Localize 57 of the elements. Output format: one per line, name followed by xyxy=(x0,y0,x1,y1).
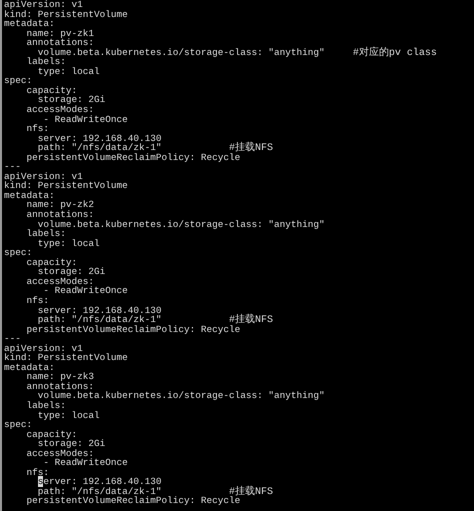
code-text: path: "/nfs/data/zk-1" xyxy=(38,486,162,497)
code-line: type: local xyxy=(36,238,101,248)
code-line: persistentVolumeReclaimPolicy: Recycle xyxy=(26,496,240,506)
code-line: name: pv-zk3 xyxy=(26,372,96,382)
code-line: volume.beta.kubernetes.io/storage-class: "anything" xyxy=(38,220,326,230)
code-text: volume.beta.kubernetes.io/storage-class: "anything" xyxy=(38,46,326,58)
code-comment: #挂载NFS xyxy=(229,143,274,154)
code-text: path: "/nfs/data/zk-1" xyxy=(38,314,162,326)
code-line: capacity: xyxy=(26,86,78,96)
code-line: spec: xyxy=(4,248,32,258)
code-line: capacity: xyxy=(26,258,78,268)
code-line: metadata: xyxy=(4,19,56,29)
code-line: --- xyxy=(4,334,21,344)
code-line: spec: xyxy=(4,76,32,86)
code-line: kind: PersistentVolume xyxy=(4,10,129,20)
code-line: - ReadWriteOnce xyxy=(43,458,129,468)
code-line: - ReadWriteOnce xyxy=(43,286,129,296)
code-comment: #对应的pv class xyxy=(352,48,437,59)
code-line: annotations: xyxy=(26,382,94,392)
code-text: erver: 192.168.40.130 xyxy=(43,476,162,488)
code-line: nfs: xyxy=(26,124,50,134)
code-line: persistentVolumeReclaimPolicy: Recycle xyxy=(26,324,242,334)
code-line: type: local xyxy=(36,66,101,76)
code-line: labels: xyxy=(26,229,66,239)
code-line: labels: xyxy=(26,400,66,411)
code-line: type: local xyxy=(36,410,101,420)
code-line: storage: 2Gi xyxy=(38,267,106,277)
code-line: metadata: xyxy=(4,362,56,372)
code-line: annotations: xyxy=(26,38,94,48)
code-comment: #挂载NFS xyxy=(229,315,274,326)
code-line: kind: PersistentVolume xyxy=(4,353,129,363)
code-line: volume.beta.kubernetes.io/storage-class: "anything" xyxy=(38,391,326,401)
code-line: - ReadWriteOnce xyxy=(43,114,129,124)
code-line: --- xyxy=(4,162,21,172)
code-line: name: pv-zk1 xyxy=(26,28,96,38)
code-line: apiVersion: v1 xyxy=(4,172,83,182)
code-line: labels: xyxy=(26,57,66,67)
code-line: metadata: xyxy=(4,190,56,200)
code-line: apiVersion: v1 xyxy=(4,344,83,354)
code-line: storage: 2Gi xyxy=(38,95,106,106)
code-text: path: "/nfs/data/zk-1" xyxy=(38,142,162,154)
code-line: server: 192.168.40.130 xyxy=(36,306,163,316)
code-line: storage: 2Gi xyxy=(38,439,106,449)
code-line: persistentVolumeReclaimPolicy: Recycle xyxy=(26,152,242,162)
code-line: accessModes: xyxy=(26,448,94,458)
code-line: nfs: xyxy=(26,468,50,478)
code-line: server: 192.168.40.130 xyxy=(36,134,163,144)
code-line: accessModes: xyxy=(26,105,94,115)
code-line: kind: PersistentVolume xyxy=(4,181,129,191)
text-cursor: s xyxy=(38,476,44,488)
code-line: apiVersion: v1 xyxy=(4,0,84,10)
code-line: nfs: xyxy=(26,296,50,306)
code-line: accessModes: xyxy=(26,276,94,286)
code-line: spec: xyxy=(4,420,32,430)
code-line: annotations: xyxy=(26,210,94,220)
code-line: name: pv-zk2 xyxy=(26,200,96,210)
code-line: capacity: xyxy=(26,430,78,440)
